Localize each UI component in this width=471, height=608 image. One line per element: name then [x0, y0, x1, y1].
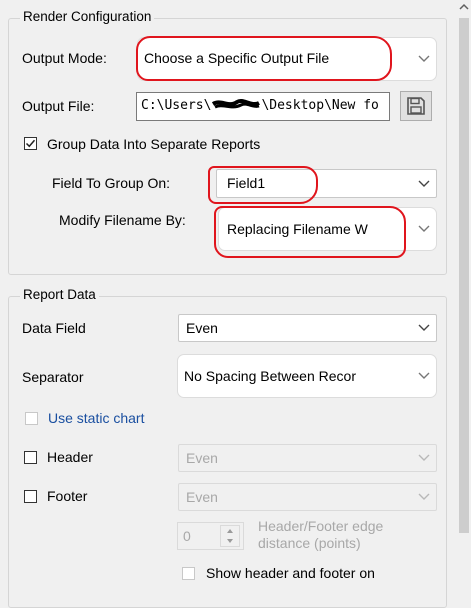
edge-distance-stepper[interactable]: 0 — [177, 522, 244, 550]
separator-value: No Spacing Between Recor — [184, 368, 356, 384]
group-data-checkbox[interactable] — [24, 137, 37, 150]
floppy-disk-icon — [407, 97, 425, 115]
footer-label: Footer — [47, 488, 88, 504]
use-static-chart-label: Use static chart — [48, 410, 145, 426]
report-data-title: Report Data — [20, 287, 99, 302]
edge-distance-label-line2: distance (points) — [258, 535, 361, 551]
output-mode-label: Output Mode: — [22, 50, 107, 66]
output-file-value: C:\Users\ \Desktop\New fo — [141, 98, 379, 113]
show-header-footer-label: Show header and footer on — [206, 565, 375, 581]
stepper-buttons[interactable] — [220, 525, 240, 547]
chevron-down-icon — [418, 324, 430, 331]
modify-filename-by-label: Modify Filename By: — [59, 212, 186, 228]
save-file-button[interactable] — [400, 91, 432, 121]
separator-label: Separator — [22, 369, 84, 385]
edge-distance-value: 0 — [183, 528, 191, 544]
use-static-chart-checkbox[interactable] — [25, 412, 38, 425]
chevron-down-icon — [418, 372, 430, 379]
checkmark-icon — [25, 139, 36, 148]
arrow-up-icon[interactable] — [221, 526, 239, 536]
output-file-input[interactable]: C:\Users\ \Desktop\New fo — [136, 92, 390, 121]
header-dropdown[interactable]: Even — [178, 444, 437, 472]
header-value: Even — [186, 450, 218, 466]
scrollbar-thumb[interactable] — [459, 18, 469, 533]
edge-distance-label-line1: Header/Footer edge — [258, 518, 384, 534]
chevron-down-icon — [418, 454, 430, 461]
data-field-dropdown[interactable]: Even — [178, 314, 437, 342]
chevron-down-icon — [418, 225, 430, 232]
output-file-label: Output File: — [22, 98, 95, 114]
group-data-label: Group Data Into Separate Reports — [47, 136, 261, 152]
chevron-down-icon — [418, 493, 430, 500]
header-label: Header — [47, 449, 93, 465]
output-mode-value: Choose a Specific Output File — [144, 50, 330, 66]
output-mode-dropdown[interactable]: Choose a Specific Output File — [137, 37, 437, 81]
modify-filename-by-dropdown[interactable]: Replacing Filename W — [218, 207, 437, 251]
data-field-label: Data Field — [22, 320, 86, 336]
footer-value: Even — [186, 489, 218, 505]
chevron-down-icon — [418, 55, 430, 62]
arrow-down-icon[interactable] — [221, 536, 239, 546]
chevron-down-icon — [418, 180, 430, 187]
scroll-up-arrow-icon[interactable] — [456, 0, 471, 14]
redacted-scribble — [211, 98, 261, 110]
field-to-group-on-dropdown[interactable]: Field1 — [216, 169, 437, 198]
show-header-footer-checkbox[interactable] — [182, 567, 195, 580]
render-configuration-title: Render Configuration — [20, 9, 155, 24]
field-to-group-on-label: Field To Group On: — [52, 175, 171, 191]
footer-checkbox[interactable] — [24, 490, 37, 503]
data-field-value: Even — [186, 320, 218, 336]
field-to-group-on-value: Field1 — [227, 175, 266, 191]
footer-dropdown[interactable]: Even — [178, 483, 437, 511]
separator-dropdown[interactable]: No Spacing Between Recor — [177, 354, 437, 398]
header-checkbox[interactable] — [24, 451, 37, 464]
modify-filename-by-value: Replacing Filename W — [227, 221, 368, 237]
